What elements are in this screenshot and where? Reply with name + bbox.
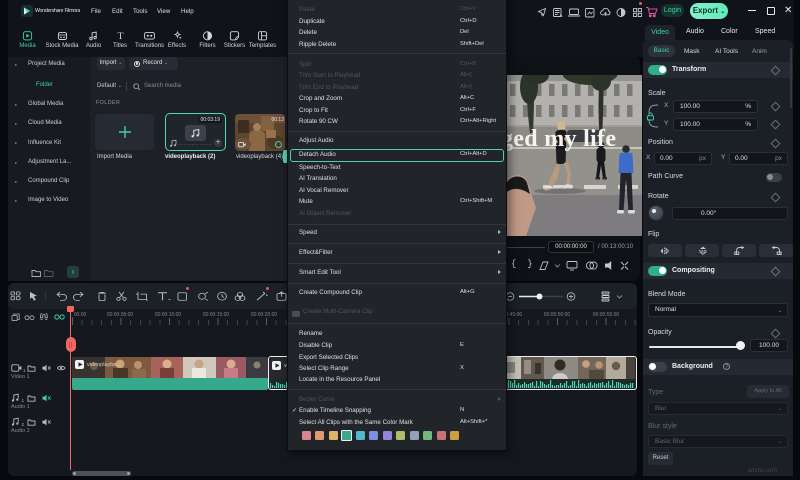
svg-text:1: 1 — [23, 368, 26, 373]
svg-text:2: 2 — [22, 422, 25, 427]
svg-text:T: T — [117, 31, 123, 41]
svg-text:1: 1 — [22, 398, 25, 403]
